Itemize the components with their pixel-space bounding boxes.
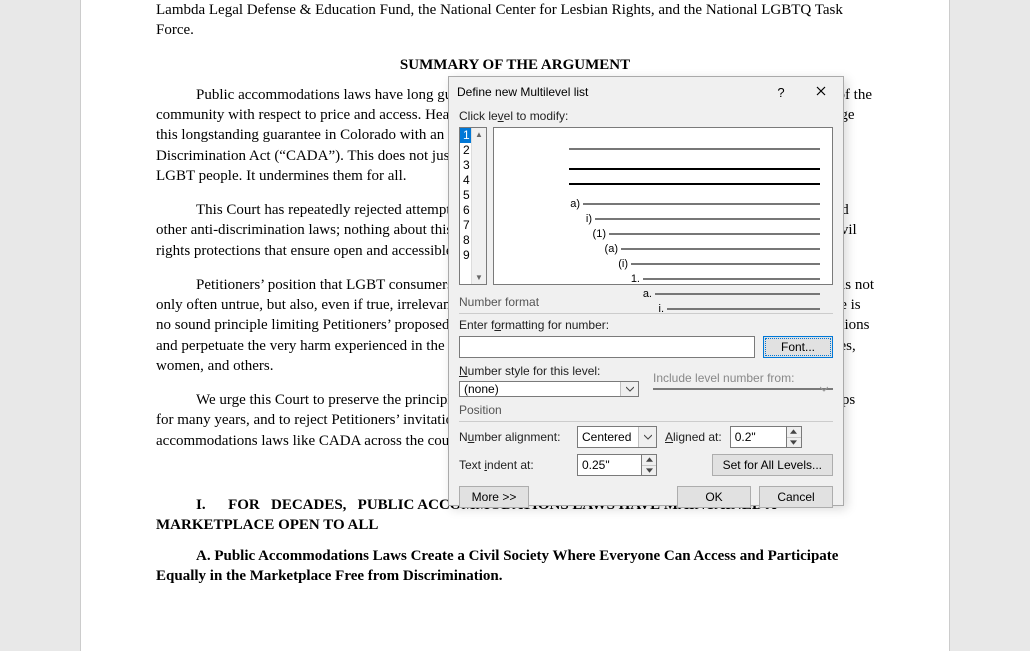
- text-indent-label: Text indent at:: [459, 458, 569, 472]
- ok-button[interactable]: OK: [677, 486, 751, 508]
- cancel-button[interactable]: Cancel: [759, 486, 833, 508]
- set-all-levels-button[interactable]: Set for All Levels...: [712, 454, 833, 476]
- define-multilevel-list-dialog: Define new Multilevel list ? Click level…: [448, 76, 844, 506]
- heading-letter-a: A. Public Accommodations Laws Create a C…: [156, 546, 874, 587]
- number-style-label: Number style for this level:: [459, 364, 639, 378]
- include-level-select: [653, 388, 833, 390]
- text-indent-spinner[interactable]: [577, 454, 657, 476]
- aligned-at-input[interactable]: [730, 426, 786, 448]
- dialog-title-text: Define new Multilevel list: [457, 85, 761, 99]
- spinner-up-icon[interactable]: [787, 427, 801, 437]
- spinner-down-icon[interactable]: [787, 437, 801, 448]
- font-button[interactable]: Font...: [763, 336, 833, 358]
- help-icon: ?: [777, 85, 784, 100]
- list-preview: a) i) (1) (a) (i) 1. a. i.: [493, 127, 833, 285]
- spinner-down-icon[interactable]: [642, 465, 656, 476]
- scroll-down-icon: ▼: [475, 273, 483, 282]
- level-scrollbar[interactable]: ▲ ▼: [471, 128, 486, 284]
- number-style-select[interactable]: (none): [459, 381, 639, 397]
- include-level-label: Include level number from:: [653, 371, 833, 385]
- intro-paragraph: Lambda Legal Defense & Education Fund, t…: [156, 0, 874, 41]
- text-indent-input[interactable]: [577, 454, 641, 476]
- number-alignment-label: Number alignment:: [459, 430, 569, 444]
- number-alignment-select[interactable]: Centered: [577, 426, 657, 448]
- spinner-up-icon[interactable]: [642, 455, 656, 465]
- enter-formatting-label: Enter formatting for number:: [459, 318, 833, 332]
- aligned-at-label: Aligned at:: [665, 430, 722, 444]
- chevron-down-icon: [620, 382, 638, 396]
- chevron-down-icon: [638, 427, 656, 447]
- dialog-close-button[interactable]: [801, 78, 841, 106]
- position-group-label: Position: [459, 403, 833, 422]
- aligned-at-spinner[interactable]: [730, 426, 802, 448]
- dialog-help-button[interactable]: ?: [761, 78, 801, 106]
- number-format-input[interactable]: [459, 336, 755, 358]
- close-icon: [816, 85, 826, 99]
- level-listbox[interactable]: 1 2 3 4 5 6 7 8 9 ▲ ▼: [459, 127, 487, 285]
- scroll-up-icon: ▲: [475, 130, 483, 139]
- click-level-label: Click level to modify:: [459, 109, 833, 123]
- dialog-titlebar[interactable]: Define new Multilevel list ?: [449, 77, 843, 107]
- more-button[interactable]: More >>: [459, 486, 529, 508]
- summary-heading: SUMMARY OF THE ARGUMENT: [156, 55, 874, 75]
